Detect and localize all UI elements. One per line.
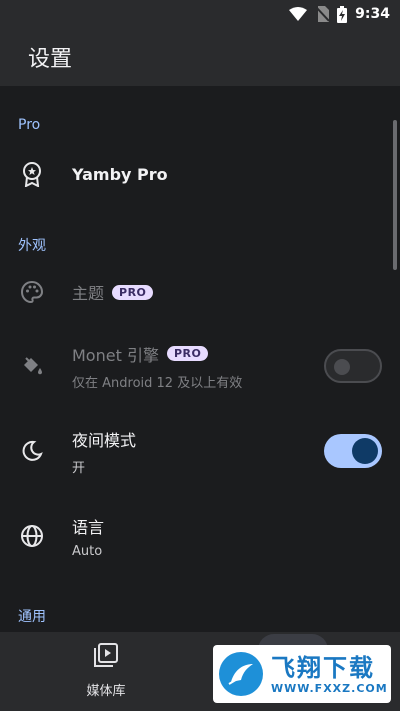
setting-subtitle: 仅在 Android 12 及以上有效 bbox=[72, 375, 243, 391]
setting-label-text: 主题 bbox=[72, 284, 105, 303]
app-bar: 设置 bbox=[0, 28, 400, 86]
setting-label: 夜间模式 bbox=[72, 430, 137, 450]
nav-label: 媒体库 bbox=[86, 684, 126, 699]
night-mode-toggle[interactable] bbox=[324, 434, 382, 468]
setting-yamby-pro[interactable]: Yamby Pro bbox=[0, 150, 392, 198]
palette-icon bbox=[18, 278, 46, 306]
nav-item-media-library[interactable]: 媒体库 bbox=[60, 632, 152, 711]
page-title: 设置 bbox=[28, 47, 73, 72]
watermark: 飞翔下载 WWW.FXXZ.COM bbox=[213, 645, 391, 703]
setting-monet-engine[interactable]: Monet 引擎 PRO 仅在 Android 12 及以上有效 bbox=[0, 334, 392, 398]
setting-label: 语言 bbox=[72, 517, 105, 537]
globe-icon bbox=[18, 522, 46, 550]
moon-icon bbox=[18, 437, 46, 465]
pro-badge: PRO bbox=[166, 346, 209, 361]
battery-charging-icon bbox=[337, 5, 348, 23]
section-header-pro: Pro bbox=[18, 117, 41, 133]
setting-night-mode[interactable]: 夜间模式 开 bbox=[0, 419, 392, 483]
setting-subtitle: Auto bbox=[72, 543, 103, 559]
section-header-general: 通用 bbox=[18, 609, 46, 625]
watermark-logo-icon bbox=[219, 652, 263, 696]
media-library-icon bbox=[93, 642, 119, 672]
status-time: 9:34 bbox=[355, 6, 390, 22]
setting-label: 主题 PRO bbox=[72, 280, 154, 304]
setting-label-text: Monet 引擎 bbox=[72, 345, 159, 365]
settings-list[interactable]: Pro Yamby Pro 外观 主题 PRO Monet 引擎 PRO 仅在 … bbox=[0, 86, 392, 632]
scrollbar[interactable] bbox=[393, 120, 397, 270]
status-bar: 9:34 bbox=[0, 0, 400, 28]
toggle-knob bbox=[352, 438, 378, 464]
setting-label: Yamby Pro bbox=[72, 164, 168, 184]
setting-subtitle: 开 bbox=[72, 460, 86, 476]
award-icon bbox=[18, 160, 46, 188]
watermark-text: 飞翔下载 bbox=[271, 653, 375, 682]
paint-bucket-icon bbox=[18, 352, 46, 380]
monet-engine-toggle[interactable] bbox=[324, 349, 382, 383]
setting-label: Monet 引擎 PRO bbox=[72, 342, 242, 366]
wifi-icon bbox=[289, 7, 308, 21]
pro-badge: PRO bbox=[112, 284, 154, 300]
setting-language[interactable]: 语言 Auto bbox=[0, 504, 392, 568]
watermark-url: WWW.FXXZ.COM bbox=[271, 681, 388, 695]
toggle-knob bbox=[334, 359, 350, 375]
section-header-appearance: 外观 bbox=[18, 238, 46, 254]
no-sim-icon bbox=[315, 6, 330, 22]
setting-theme[interactable]: 主题 PRO bbox=[0, 268, 392, 316]
